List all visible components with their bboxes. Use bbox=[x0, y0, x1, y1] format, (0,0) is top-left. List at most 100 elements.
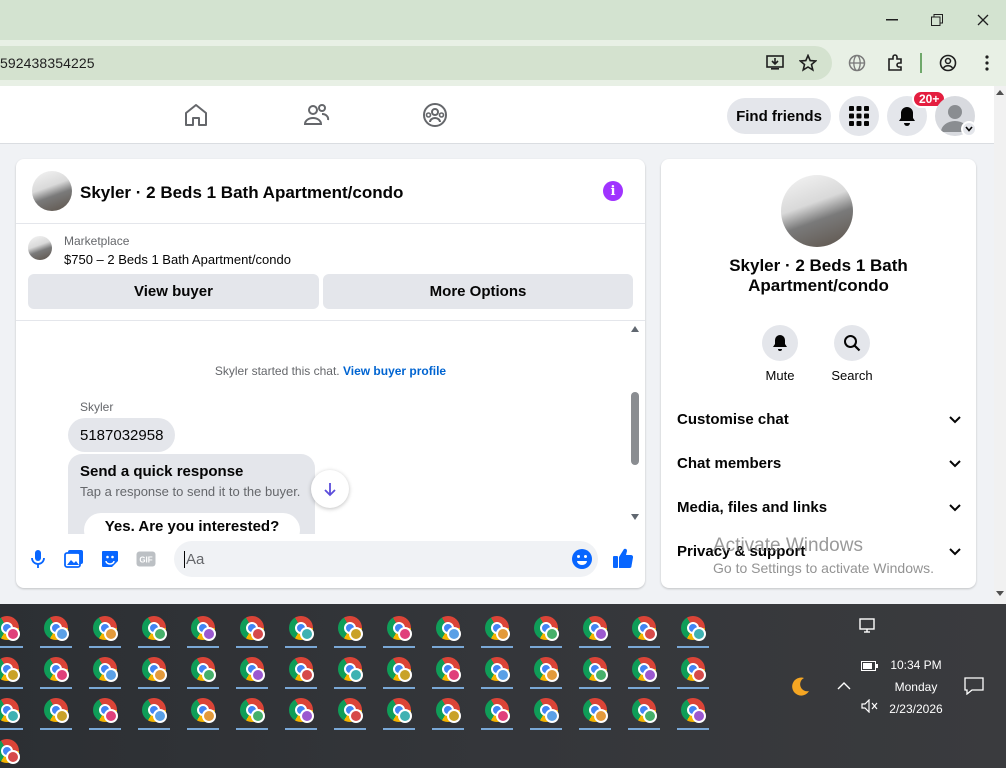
chrome-profile-taskbar-icon[interactable] bbox=[38, 612, 74, 648]
chrome-profile-taskbar-icon[interactable] bbox=[185, 653, 221, 689]
translate-icon[interactable] bbox=[845, 51, 869, 75]
sticker-icon[interactable] bbox=[99, 548, 121, 570]
scroll-to-bottom-button[interactable] bbox=[311, 470, 349, 508]
chrome-profile-taskbar-icon[interactable] bbox=[528, 653, 564, 689]
chrome-profile-taskbar-icon[interactable] bbox=[381, 612, 417, 648]
chrome-profile-taskbar-icon[interactable] bbox=[136, 694, 172, 730]
chrome-profile-taskbar-icon[interactable] bbox=[430, 653, 466, 689]
more-options-button[interactable]: More Options bbox=[323, 274, 633, 309]
photo-icon[interactable] bbox=[63, 548, 85, 570]
install-app-icon[interactable] bbox=[763, 51, 787, 75]
address-bar[interactable]: 592438354225 bbox=[0, 46, 832, 80]
chrome-profile-taskbar-icon[interactable] bbox=[0, 653, 25, 689]
home-icon[interactable] bbox=[181, 100, 211, 130]
info-icon[interactable]: i bbox=[603, 181, 623, 201]
chrome-profile-taskbar-icon[interactable] bbox=[283, 653, 319, 689]
chrome-profile-taskbar-icon[interactable] bbox=[528, 612, 564, 648]
chrome-profile-taskbar-icon[interactable] bbox=[430, 694, 466, 730]
chrome-profile-taskbar-icon[interactable] bbox=[479, 653, 515, 689]
profile-badge-icon bbox=[692, 668, 706, 682]
gif-icon[interactable]: GIF bbox=[135, 548, 157, 570]
clock-day[interactable]: Monday bbox=[886, 680, 946, 694]
bookmark-star-icon[interactable] bbox=[796, 51, 820, 75]
chrome-profile-taskbar-icon[interactable] bbox=[0, 735, 25, 768]
browser-menu-icon[interactable] bbox=[975, 51, 999, 75]
show-hidden-icons-icon[interactable] bbox=[832, 674, 856, 698]
media-files-links-row[interactable]: Media, files and links bbox=[677, 499, 961, 523]
message-bubble[interactable]: 5187032958 bbox=[68, 418, 176, 452]
chrome-profile-taskbar-icon[interactable] bbox=[136, 653, 172, 689]
chrome-profile-taskbar-icon[interactable] bbox=[234, 653, 270, 689]
chrome-profile-taskbar-icon[interactable] bbox=[185, 612, 221, 648]
extensions-icon[interactable] bbox=[883, 51, 907, 75]
chrome-profile-taskbar-icon[interactable] bbox=[577, 694, 613, 730]
night-light-icon[interactable] bbox=[788, 674, 812, 698]
chrome-profile-taskbar-icon[interactable] bbox=[626, 612, 662, 648]
search-action[interactable]: Search bbox=[822, 325, 882, 383]
chrome-profile-taskbar-icon[interactable] bbox=[381, 694, 417, 730]
clock-time[interactable]: 10:34 PM bbox=[886, 658, 946, 672]
chrome-profile-taskbar-icon[interactable] bbox=[87, 653, 123, 689]
scroll-down-arrow[interactable] bbox=[631, 514, 639, 520]
notification-center-icon[interactable] bbox=[962, 674, 986, 698]
chrome-profile-taskbar-icon[interactable] bbox=[38, 694, 74, 730]
listing-thumbnail[interactable] bbox=[32, 171, 72, 211]
message-input[interactable]: Aa bbox=[174, 541, 598, 577]
chrome-profile-taskbar-icon[interactable] bbox=[185, 694, 221, 730]
chrome-profile-taskbar-icon[interactable] bbox=[577, 612, 613, 648]
chrome-profile-taskbar-icon[interactable] bbox=[332, 694, 368, 730]
battery-icon[interactable] bbox=[858, 654, 882, 678]
chrome-profile-taskbar-icon[interactable] bbox=[332, 612, 368, 648]
volume-muted-icon[interactable] bbox=[858, 694, 882, 718]
chrome-profile-taskbar-icon[interactable] bbox=[234, 612, 270, 648]
maximize-button[interactable] bbox=[925, 8, 949, 32]
chrome-profile-taskbar-icon[interactable] bbox=[283, 694, 319, 730]
chrome-profile-taskbar-icon[interactable] bbox=[626, 653, 662, 689]
chrome-profile-taskbar-icon[interactable] bbox=[577, 653, 613, 689]
friends-icon[interactable] bbox=[301, 100, 331, 130]
chrome-profile-taskbar-icon[interactable] bbox=[283, 612, 319, 648]
groups-icon[interactable] bbox=[420, 100, 450, 130]
conversation-avatar[interactable] bbox=[781, 175, 853, 247]
chrome-profile-taskbar-icon[interactable] bbox=[87, 612, 123, 648]
listing-title[interactable]: $750 – 2 Beds 1 Bath Apartment/condo bbox=[64, 252, 291, 267]
profile-icon[interactable] bbox=[936, 51, 960, 75]
chrome-profile-taskbar-icon[interactable] bbox=[675, 653, 711, 689]
chevron-down-icon[interactable] bbox=[961, 121, 977, 137]
chrome-profile-taskbar-icon[interactable] bbox=[0, 694, 25, 730]
mute-action[interactable]: Mute bbox=[750, 325, 810, 383]
network-icon[interactable] bbox=[856, 614, 880, 638]
chrome-profile-taskbar-icon[interactable] bbox=[38, 653, 74, 689]
chrome-profile-taskbar-icon[interactable] bbox=[479, 612, 515, 648]
view-buyer-button[interactable]: View buyer bbox=[28, 274, 319, 309]
chrome-profile-taskbar-icon[interactable] bbox=[136, 612, 172, 648]
chat-members-row[interactable]: Chat members bbox=[677, 455, 961, 479]
scroll-thumb[interactable] bbox=[631, 392, 639, 465]
menu-button[interactable] bbox=[839, 96, 879, 136]
chrome-profile-taskbar-icon[interactable] bbox=[87, 694, 123, 730]
microphone-icon[interactable] bbox=[27, 548, 49, 570]
page-scrollbar[interactable] bbox=[994, 86, 1006, 604]
chat-title[interactable]: Skyler · 2 Beds 1 Bath Apartment/condo bbox=[80, 183, 403, 203]
chrome-profile-taskbar-icon[interactable] bbox=[0, 612, 25, 648]
chrome-profile-taskbar-icon[interactable] bbox=[528, 694, 564, 730]
clock-date[interactable]: 2/23/2026 bbox=[882, 702, 950, 716]
like-icon[interactable] bbox=[612, 547, 634, 569]
chrome-profile-taskbar-icon[interactable] bbox=[626, 694, 662, 730]
chrome-profile-taskbar-icon[interactable] bbox=[430, 612, 466, 648]
view-buyer-profile-link[interactable]: View buyer profile bbox=[343, 364, 446, 378]
customise-chat-row[interactable]: Customise chat bbox=[677, 411, 961, 435]
quick-response-option[interactable]: Yes. Are you interested? bbox=[84, 513, 300, 534]
emoji-icon[interactable] bbox=[571, 548, 593, 570]
chrome-profile-taskbar-icon[interactable] bbox=[234, 694, 270, 730]
chat-scrollbar[interactable] bbox=[628, 324, 642, 524]
chrome-profile-taskbar-icon[interactable] bbox=[675, 694, 711, 730]
chrome-profile-taskbar-icon[interactable] bbox=[479, 694, 515, 730]
minimize-button[interactable] bbox=[880, 8, 904, 32]
find-friends-button[interactable]: Find friends bbox=[727, 98, 831, 134]
close-button[interactable] bbox=[971, 8, 995, 32]
chrome-profile-taskbar-icon[interactable] bbox=[675, 612, 711, 648]
chrome-profile-taskbar-icon[interactable] bbox=[332, 653, 368, 689]
scroll-up-arrow[interactable] bbox=[631, 326, 639, 332]
chrome-profile-taskbar-icon[interactable] bbox=[381, 653, 417, 689]
